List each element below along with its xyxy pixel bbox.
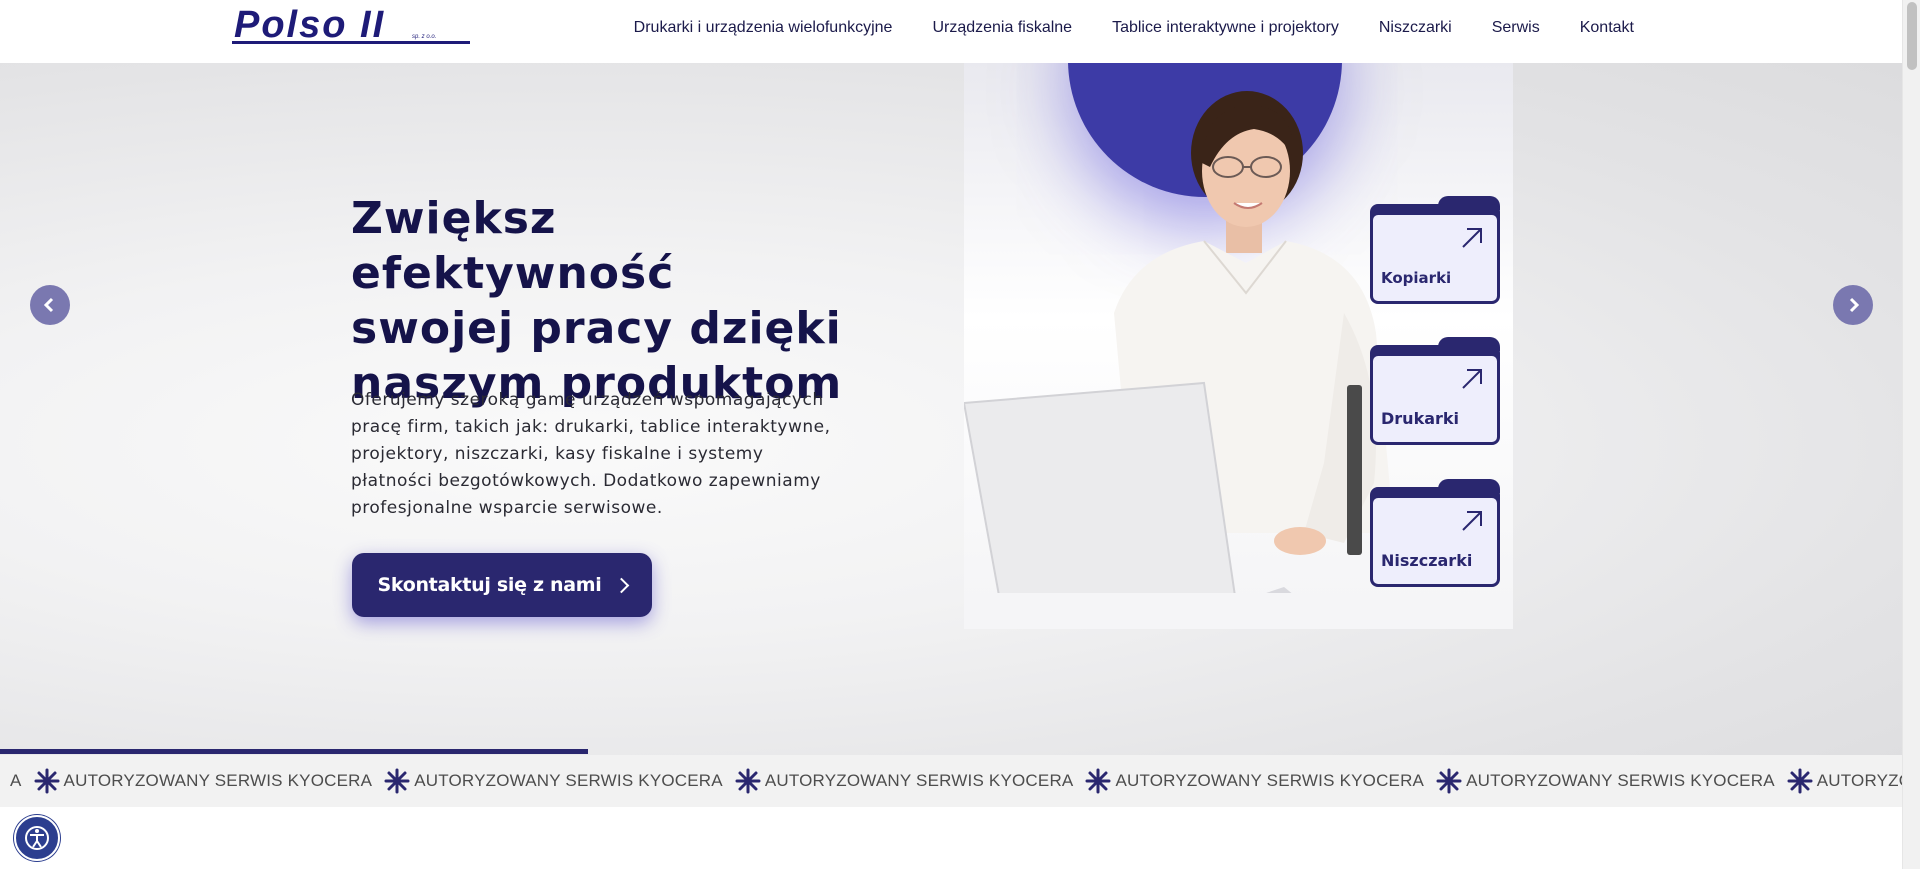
marquee-item: AUTORYZOWANY SERWIS KYOCERA xyxy=(1466,771,1775,790)
slider-progress xyxy=(0,749,1902,754)
marquee-lead: A xyxy=(10,771,22,790)
hero-title-line-1: Zwiększ efektywność xyxy=(351,193,675,299)
nav-item-contact[interactable]: Kontakt xyxy=(1560,19,1654,37)
accessibility-button[interactable] xyxy=(14,815,60,861)
hero-description: Oferujemy szeroką gamę urządzeń wspomaga… xyxy=(351,390,831,518)
main-nav: Drukarki i urządzenia wielofunkcyjne Urz… xyxy=(614,0,1654,56)
hero-slider: Zwiększ efektywność swojej pracy dzięki … xyxy=(0,63,1902,755)
asterisk-icon xyxy=(1787,768,1813,794)
service-marquee: A AUTORYZOWANY SERWIS KYOCERA AUTORYZOWAN… xyxy=(0,755,1902,807)
arrow-up-right-icon xyxy=(1462,228,1482,248)
category-card-kopiarki[interactable]: Kopiarki xyxy=(1370,196,1500,304)
logo-text: Polso II xyxy=(234,4,386,46)
slider-next-button[interactable] xyxy=(1833,285,1873,325)
chevron-left-icon xyxy=(43,297,54,313)
cta-label: Skontaktuj się z nami xyxy=(377,574,602,596)
logo[interactable]: Polso II sp. z o.o. xyxy=(232,6,472,46)
asterisk-icon xyxy=(34,768,60,794)
marquee-item: AUTORYZOWANY SERWIS KYOCERA xyxy=(1816,771,1902,790)
nav-item-printers[interactable]: Drukarki i urządzenia wielofunkcyjne xyxy=(614,19,913,37)
chevron-right-icon xyxy=(1849,297,1860,313)
hero-title-line-2: swojej pracy dzięki xyxy=(351,303,842,354)
page-scrollbar[interactable] xyxy=(1902,0,1920,869)
contact-cta-button[interactable]: Skontaktuj się z nami xyxy=(352,553,652,617)
asterisk-icon xyxy=(1085,768,1111,794)
hero-title: Zwiększ efektywność swojej pracy dzięki … xyxy=(351,191,871,411)
category-label: Drukarki xyxy=(1381,409,1460,428)
arrow-up-right-icon xyxy=(1462,369,1482,389)
marquee-item: AUTORYZOWANY SERWIS KYOCERA xyxy=(1115,771,1425,790)
category-card-niszczarki[interactable]: Niszczarki xyxy=(1370,479,1500,587)
scrollbar-thumb[interactable] xyxy=(1907,2,1917,70)
marquee-item: AUTORYZOWANY SERWIS KYOCERA xyxy=(764,771,1074,790)
marquee-track: A AUTORYZOWANY SERWIS KYOCERA AUTORYZOWAN… xyxy=(0,755,1902,807)
category-card-drukarki[interactable]: Drukarki xyxy=(1370,337,1500,445)
marquee-item: AUTORYZOWANY SERWIS KYOCERA xyxy=(414,771,723,790)
category-label: Kopiarki xyxy=(1381,269,1452,287)
asterisk-icon xyxy=(1436,768,1462,794)
site-header: Polso II sp. z o.o. Drukarki i urządzeni… xyxy=(0,0,1902,63)
arrow-up-right-icon xyxy=(1462,511,1482,531)
slider-progress-fill xyxy=(0,749,588,754)
nav-item-fiscal[interactable]: Urządzenia fiskalne xyxy=(912,19,1092,37)
nav-item-service[interactable]: Serwis xyxy=(1472,19,1560,37)
accessibility-icon xyxy=(25,826,49,850)
marquee-item: AUTORYZOWANY SERWIS KYOCERA xyxy=(63,771,373,790)
logo-underline xyxy=(232,41,470,44)
asterisk-icon xyxy=(735,768,761,794)
category-label: Niszczarki xyxy=(1381,551,1473,570)
chair-back xyxy=(1347,385,1362,555)
chevron-right-icon xyxy=(613,577,629,594)
nav-item-boards[interactable]: Tablice interaktywne i projektory xyxy=(1092,19,1359,37)
asterisk-icon xyxy=(384,768,410,794)
slider-prev-button[interactable] xyxy=(30,285,70,325)
logo-subtitle: sp. z o.o. xyxy=(412,34,437,40)
nav-item-shredders[interactable]: Niszczarki xyxy=(1359,19,1472,37)
